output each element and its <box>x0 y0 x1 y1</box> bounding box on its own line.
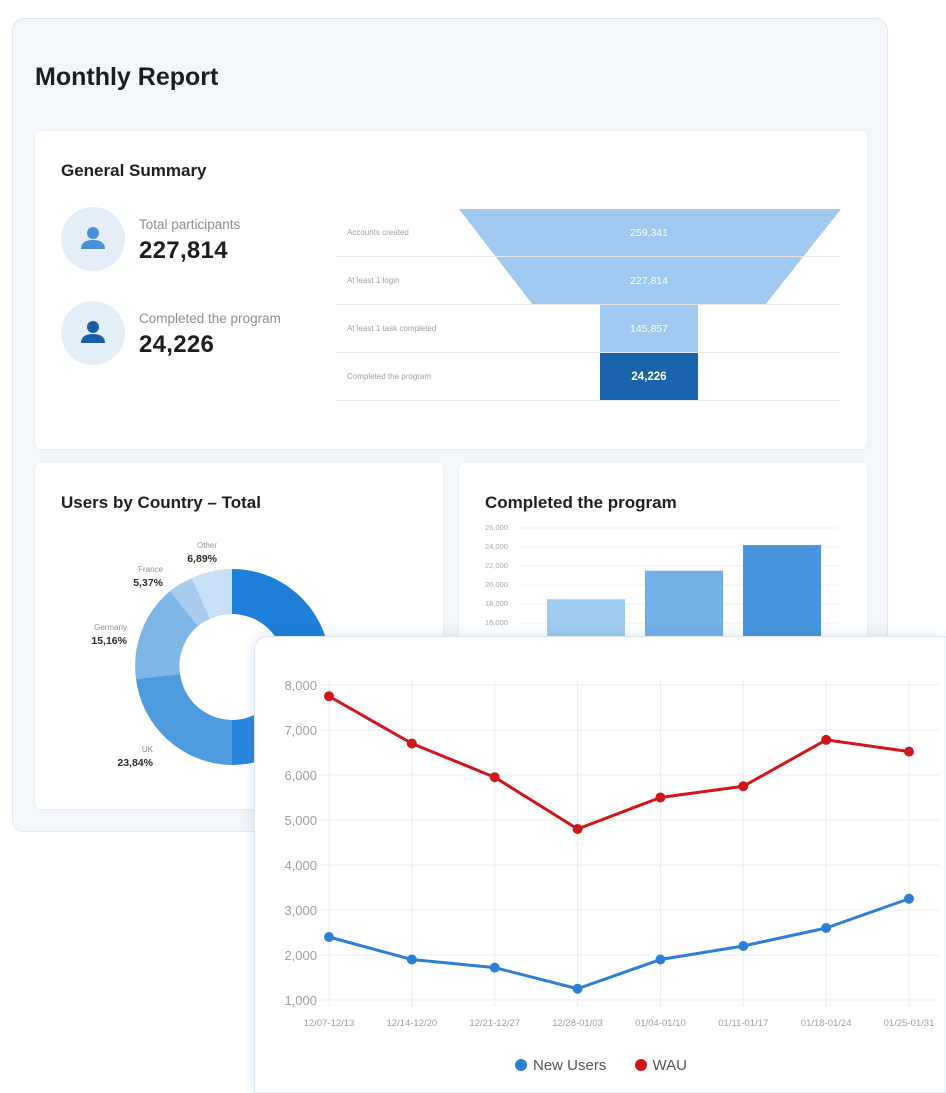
weekly-users-line-chart-card: 8,000 7,000 6,000 5,000 4,000 3,000 2,000 1,000… <box>254 636 946 1093</box>
page-title: Monthly Report <box>35 63 219 91</box>
series-point <box>406 738 417 749</box>
x-tick-label: 01/18-01/24 <box>801 1018 852 1029</box>
legend-item-new-users[interactable]: New Users <box>515 1057 606 1074</box>
series-line <box>328 897 910 991</box>
funnel-row-value: 259,341 <box>630 227 668 239</box>
stat-label-completed: Completed the program <box>139 311 281 326</box>
x-tick-label: 12/28-01/03 <box>552 1018 603 1029</box>
series-line <box>328 694 910 831</box>
legend-label: New Users <box>533 1057 607 1074</box>
x-tick-label: 01/04-01/10 <box>635 1018 686 1029</box>
x-tick-label: 12/07-12/13 <box>304 1018 355 1029</box>
funnel-row: At least 1 login 227,814 <box>335 257 841 305</box>
funnel-row-value: 145,857 <box>630 323 668 335</box>
x-tick-label: 12/14-12/20 <box>386 1018 437 1029</box>
funnel-row-label: Completed the program <box>347 372 432 381</box>
stat-value-total-participants: 227,814 <box>139 237 228 264</box>
legend-dot-icon <box>634 1059 647 1071</box>
series-point <box>489 772 500 783</box>
stat-label-total-participants: Total participants <box>139 217 241 232</box>
general-summary-title: General Summary <box>61 161 207 180</box>
funnel-row-label: Accounts created <box>347 228 409 237</box>
donut-label-germany: Germany <box>94 623 127 632</box>
y-tick-label: 3,000 <box>284 903 317 918</box>
series-point <box>489 962 500 973</box>
series-point <box>324 932 334 942</box>
x-tick-label: 12/21-12/27 <box>469 1018 520 1029</box>
series-point <box>738 781 749 792</box>
y-tick-label: 1,000 <box>284 993 317 1008</box>
series-point <box>904 893 914 904</box>
legend-label: WAU <box>652 1057 687 1074</box>
series-point <box>572 983 583 994</box>
y-tick-label: 6,000 <box>284 768 317 783</box>
funnel-row: At least 1 task completed 145,857 <box>335 305 841 353</box>
funnel-row: Accounts created 259,341 <box>335 209 841 257</box>
donut-label-other: Other <box>196 541 217 550</box>
series-point <box>655 792 666 803</box>
series-point <box>655 954 666 965</box>
x-tick-label: 01/25-01/31 <box>884 1018 935 1029</box>
donut-pct-other: 6,89% <box>187 553 217 565</box>
series-point <box>738 941 749 951</box>
general-summary-card: General Summary Total participants 227,8… <box>35 131 867 449</box>
chart-legend: New Users WAU <box>255 1057 946 1074</box>
series-point <box>572 824 583 834</box>
y-tick-label: 2,000 <box>284 948 317 963</box>
donut-label-france: France <box>138 565 163 574</box>
series-point <box>821 923 832 933</box>
series-point <box>821 734 832 745</box>
line-chart: 8,000 7,000 6,000 5,000 4,000 3,000 2,000 1,000… <box>284 678 939 1029</box>
funnel-chart: Accounts created 259,341 At least 1 logi… <box>335 209 841 401</box>
series-point <box>406 954 417 965</box>
donut-pct-germany: 15,16% <box>91 635 127 647</box>
stat-value-completed: 24,226 <box>139 331 215 358</box>
funnel-row: Completed the program 24,226 <box>335 353 841 401</box>
donut-pct-france: 5,37% <box>133 577 163 589</box>
funnel-row-value: 227,814 <box>630 275 668 287</box>
donut-pct-uk: 23,84% <box>117 757 153 769</box>
y-tick-label: 5,000 <box>284 813 317 828</box>
funnel-row-label: At least 1 login <box>347 276 400 285</box>
y-tick-label: 7,000 <box>284 723 317 738</box>
donut-label-uk: UK <box>141 745 153 754</box>
x-tick-label: 01/11-01/17 <box>718 1018 768 1029</box>
y-tick-label: 8,000 <box>284 678 317 693</box>
series-point <box>324 691 334 702</box>
user-icon <box>61 207 125 271</box>
funnel-row-value: 24,226 <box>631 371 667 383</box>
funnel-row-label: At least 1 task completed <box>347 324 437 333</box>
legend-dot-icon <box>515 1059 527 1071</box>
user-icon <box>61 301 125 365</box>
series-point <box>904 746 914 757</box>
y-tick-label: 4,000 <box>284 858 317 873</box>
legend-item-wau[interactable]: WAU <box>634 1057 687 1074</box>
